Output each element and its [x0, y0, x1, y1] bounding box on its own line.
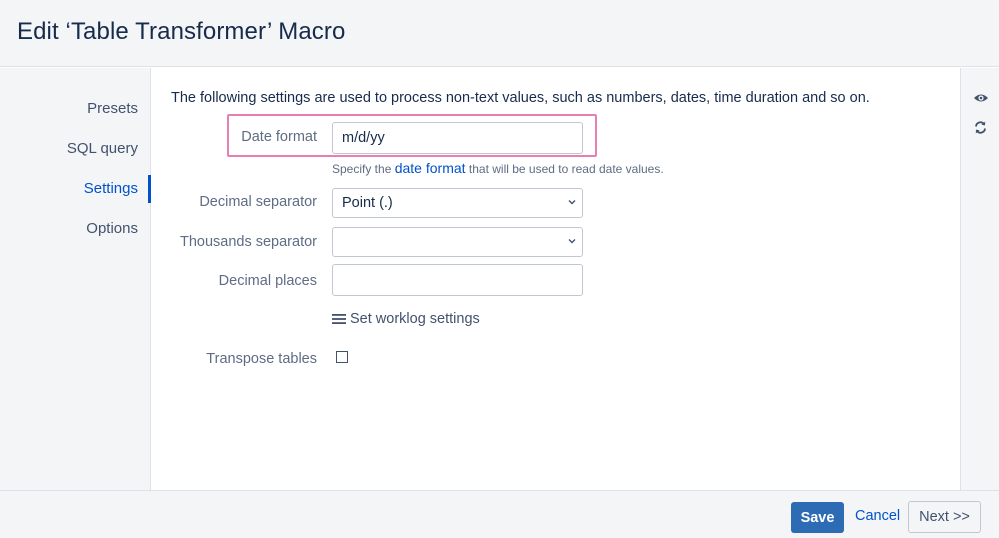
- sidebar-item-presets[interactable]: Presets: [0, 93, 150, 125]
- thousands-separator-label: Thousands separator: [179, 234, 317, 250]
- cancel-button[interactable]: Cancel: [855, 508, 900, 524]
- menu-icon: [332, 314, 346, 325]
- transpose-tables-label: Transpose tables: [206, 351, 317, 367]
- transpose-tables-checkbox[interactable]: [336, 351, 348, 363]
- set-worklog-settings-label: Set worklog settings: [350, 311, 480, 327]
- decimal-places-label: Decimal places: [218, 273, 317, 289]
- decimal-separator-label: Decimal separator: [199, 194, 317, 210]
- refresh-icon[interactable]: [973, 120, 988, 135]
- sidebar-item-options[interactable]: Options: [0, 213, 150, 245]
- eye-icon[interactable]: [973, 92, 989, 104]
- date-format-link[interactable]: date format: [395, 160, 466, 176]
- settings-sidebar: Presets SQL query Settings Options: [0, 68, 151, 490]
- decimal-separator-select[interactable]: Point (.): [332, 188, 583, 218]
- decimal-separator-value: Point (.): [342, 195, 393, 211]
- date-format-label: Date format: [241, 129, 317, 145]
- date-format-help-prefix: Specify the: [332, 162, 392, 176]
- chevron-down-icon: [568, 239, 576, 244]
- dialog-header: Edit ‘Table Transformer’ Macro: [0, 0, 999, 67]
- save-button[interactable]: Save: [791, 502, 844, 533]
- decimal-places-input[interactable]: [332, 264, 583, 296]
- date-format-input[interactable]: [332, 122, 583, 154]
- thousands-separator-select[interactable]: [332, 227, 583, 257]
- set-worklog-settings-link[interactable]: Set worklog settings: [332, 311, 480, 327]
- chevron-down-icon: [568, 200, 576, 205]
- dialog-footer: Save Cancel Next >>: [0, 490, 999, 538]
- date-format-help: Specify the date format that will be use…: [332, 160, 664, 176]
- sidebar-item-settings[interactable]: Settings: [0, 173, 151, 205]
- date-format-help-suffix: that will be used to read date values.: [468, 162, 664, 176]
- macro-edit-dialog: Edit ‘Table Transformer’ Macro Presets S…: [0, 0, 999, 538]
- dialog-title: Edit ‘Table Transformer’ Macro: [17, 18, 346, 45]
- next-button[interactable]: Next >>: [908, 501, 981, 533]
- settings-panel: The following settings are used to proce…: [152, 68, 960, 490]
- sidebar-item-sql-query[interactable]: SQL query: [0, 133, 150, 165]
- right-toolbar: [960, 68, 999, 490]
- settings-intro-text: The following settings are used to proce…: [171, 90, 870, 106]
